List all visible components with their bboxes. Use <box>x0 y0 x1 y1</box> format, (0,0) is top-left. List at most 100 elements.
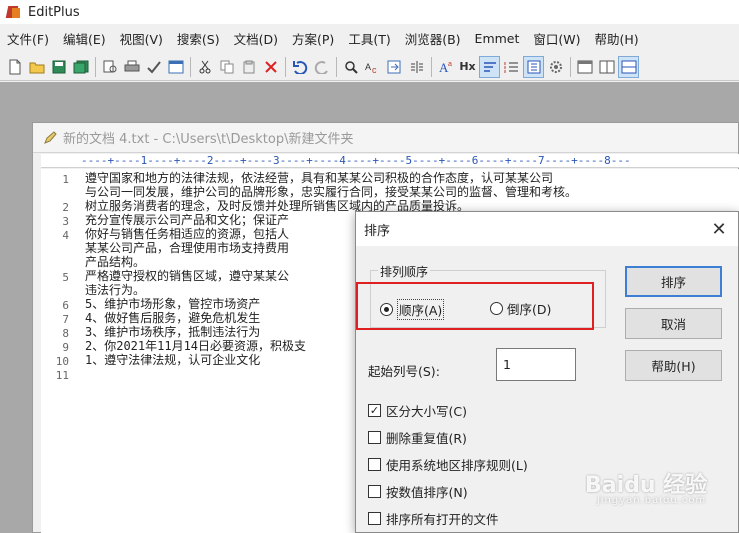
close-icon[interactable]: ✕ <box>708 218 730 240</box>
goto-icon[interactable] <box>384 56 405 78</box>
toolbar-separator <box>336 56 337 77</box>
checkbox-locale-rules-label: 使用系统地区排序规则(L) <box>386 458 528 473</box>
browser-preview-icon[interactable] <box>165 56 186 78</box>
svg-text:c: c <box>372 65 377 74</box>
menu-bar: 文件(F) 编辑(E) 视图(V) 搜索(S) 文档(D) 方案(P) 工具(T… <box>0 27 739 49</box>
checkbox-numeric-sort-label: 按数值排序(N) <box>386 485 468 500</box>
document-title-bar[interactable]: 新的文档 4.txt - C:\Users\t\Desktop\新建文件夹 <box>33 123 738 153</box>
radio-descending-indicator[interactable] <box>490 302 503 315</box>
editor-line: 遵守国家和地方的法律法规，依法经营，具有和某某公司积极的合作态度，认可某某公司 <box>85 171 554 185</box>
line-number: 10 <box>55 355 69 368</box>
editplus-window: EditPlus 文件(F) 编辑(E) 视图(V) 搜索(S) 文档(D) 方… <box>0 0 739 533</box>
menu-tools[interactable]: 工具(T) <box>341 29 397 48</box>
title-bar: EditPlus <box>0 0 739 24</box>
line-number: 4 <box>62 229 69 242</box>
line-numbers-icon[interactable] <box>501 56 522 78</box>
start-column-label: 起始列号(S): <box>368 364 440 379</box>
sort-dialog: 排序 ✕ 排列顺序 顺序(A) 倒序(D) 排序 取消 帮助(H) 起始列号(S… <box>355 211 739 533</box>
checkbox-sort-all-files[interactable]: 排序所有打开的文件 <box>368 509 499 528</box>
spell-check-icon[interactable] <box>143 56 164 78</box>
toolbar-separator <box>190 56 191 77</box>
toolbar-separator <box>570 56 571 77</box>
line-number: 7 <box>62 313 69 326</box>
undo-icon[interactable] <box>289 56 310 78</box>
print-icon[interactable] <box>121 56 142 78</box>
window-1-icon[interactable] <box>574 56 595 78</box>
checkbox-remove-duplicates-label: 删除重复值(R) <box>386 431 467 446</box>
wordwrap-icon[interactable] <box>479 55 500 78</box>
redo-icon[interactable] <box>311 56 332 78</box>
menu-browser[interactable]: 浏览器(B) <box>398 29 468 48</box>
menu-help[interactable]: 帮助(H) <box>588 29 646 48</box>
radio-descending[interactable]: 倒序(D) <box>490 299 551 318</box>
menu-emmet[interactable]: Emmet <box>468 31 527 46</box>
start-column-input[interactable] <box>496 348 576 381</box>
svg-text:a: a <box>448 61 452 68</box>
replace-icon[interactable]: Ac <box>362 56 383 78</box>
menu-window[interactable]: 窗口(W) <box>526 29 587 48</box>
line-number: 9 <box>62 341 69 354</box>
copy-icon[interactable] <box>216 56 237 78</box>
insert-icon[interactable] <box>406 56 427 78</box>
save-icon[interactable] <box>48 56 69 78</box>
dialog-title-bar[interactable]: 排序 ✕ <box>356 212 738 246</box>
menu-project[interactable]: 方案(P) <box>285 29 341 48</box>
line-number: 11 <box>55 369 69 382</box>
menu-file[interactable]: 文件(F) <box>0 29 56 48</box>
window-2-icon[interactable] <box>596 56 617 78</box>
sort-order-group-label: 排列顺序 <box>378 263 431 280</box>
font-icon[interactable]: Aa <box>435 56 456 78</box>
svg-text:A: A <box>365 62 371 72</box>
radio-ascending[interactable]: 顺序(A) <box>380 299 445 320</box>
checkbox-case-sensitive-label: 区分大小写(C) <box>386 404 467 419</box>
menu-view[interactable]: 视图(V) <box>113 29 170 48</box>
app-title: EditPlus <box>28 4 80 20</box>
pencil-icon <box>44 130 57 144</box>
document-title: 新的文档 4.txt - C:\Users\t\Desktop\新建文件夹 <box>63 132 354 147</box>
hex-icon[interactable]: Hx <box>457 56 478 78</box>
print-preview-icon[interactable] <box>99 56 120 78</box>
checkbox-locale-rules[interactable]: 使用系统地区排序规则(L) <box>368 455 528 474</box>
menu-search[interactable]: 搜索(S) <box>170 29 227 48</box>
checkbox-remove-duplicates[interactable]: 删除重复值(R) <box>368 428 467 447</box>
radio-ascending-label: 顺序(A) <box>397 299 445 320</box>
new-file-icon[interactable] <box>4 56 25 78</box>
menu-edit[interactable]: 编辑(E) <box>56 29 113 48</box>
cancel-button[interactable]: 取消 <box>625 308 722 339</box>
line-number: 8 <box>62 327 69 340</box>
line-number: 2 <box>62 201 69 214</box>
help-button[interactable]: 帮助(H) <box>625 350 722 381</box>
checkbox-numeric-sort-box[interactable] <box>368 485 381 498</box>
editor-line: 与公司一同发展，维护公司的品牌形象，忠实履行合同，接受某某公司的监督、管理和考核… <box>85 185 578 199</box>
checkbox-sort-all-files-box[interactable] <box>368 512 381 525</box>
save-all-icon[interactable] <box>70 56 91 78</box>
find-icon[interactable] <box>340 56 361 78</box>
line-number: 5 <box>62 271 69 284</box>
checkbox-case-sensitive[interactable]: ✓ 区分大小写(C) <box>368 401 467 420</box>
editplus-logo-icon <box>5 4 22 20</box>
line-number: 6 <box>62 299 69 312</box>
sort-button[interactable]: 排序 <box>625 266 722 297</box>
toolbar-separator <box>431 56 432 77</box>
checkbox-locale-rules-box[interactable] <box>368 458 381 471</box>
radio-descending-label: 倒序(D) <box>507 302 552 317</box>
menu-document[interactable]: 文档(D) <box>227 29 285 48</box>
window-3-icon[interactable] <box>618 55 639 78</box>
checkbox-remove-duplicates-box[interactable] <box>368 431 381 444</box>
radio-ascending-indicator[interactable] <box>380 303 393 316</box>
checkbox-numeric-sort[interactable]: 按数值排序(N) <box>368 482 468 501</box>
hex-label: Hx <box>459 60 476 73</box>
dialog-title: 排序 <box>364 223 391 239</box>
cut-icon[interactable] <box>194 56 215 78</box>
paste-icon[interactable] <box>238 56 259 78</box>
open-folder-icon[interactable] <box>26 56 47 78</box>
checkbox-sort-all-files-label: 排序所有打开的文件 <box>386 512 499 527</box>
line-number: 1 <box>62 173 69 186</box>
column-icon[interactable] <box>523 55 544 78</box>
settings-icon[interactable] <box>545 56 566 78</box>
column-ruler: ----+----1----+----2----+----3----+----4… <box>41 154 739 168</box>
toolbar-separator <box>285 56 286 77</box>
checkbox-case-sensitive-box[interactable]: ✓ <box>368 404 381 417</box>
toolbar-separator <box>95 56 96 77</box>
delete-icon[interactable] <box>260 56 281 78</box>
